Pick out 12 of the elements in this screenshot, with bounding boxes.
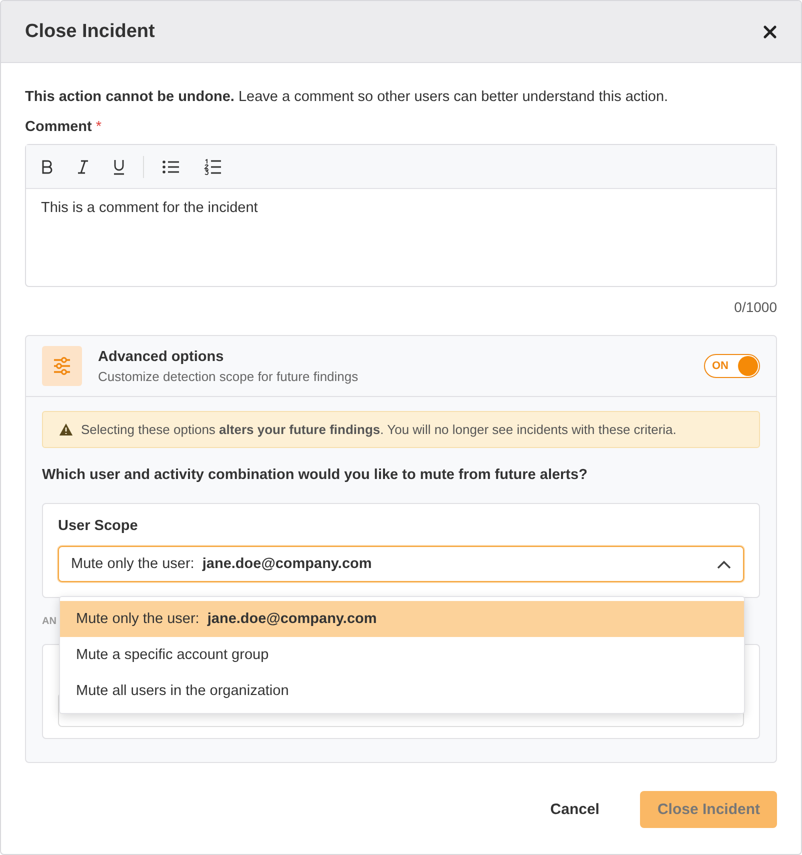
user-scope-label: User Scope bbox=[58, 518, 139, 534]
intro-text: This action cannot be undone. Leave a comment so other users can better understand this action. bbox=[25, 89, 670, 105]
comment-label: Comment bbox=[25, 119, 92, 135]
required-mark: * bbox=[96, 119, 102, 135]
dialog-title: Close Incident bbox=[25, 20, 155, 42]
connector-label: AN bbox=[42, 616, 56, 627]
question-text: Which user and activity combination would you like to mute from future alerts? bbox=[42, 467, 588, 483]
comment-text: This is a comment for the incident bbox=[40, 199, 259, 218]
warning-text: Selecting these options alters your future findings. You will no longer see incidents with these criteria. bbox=[81, 422, 676, 437]
advanced-options-title: Advanced options bbox=[98, 348, 225, 364]
character-counter: 0/1000 bbox=[733, 299, 777, 315]
advanced-options-subtitle: Customize detection scope for future findings bbox=[98, 368, 360, 384]
